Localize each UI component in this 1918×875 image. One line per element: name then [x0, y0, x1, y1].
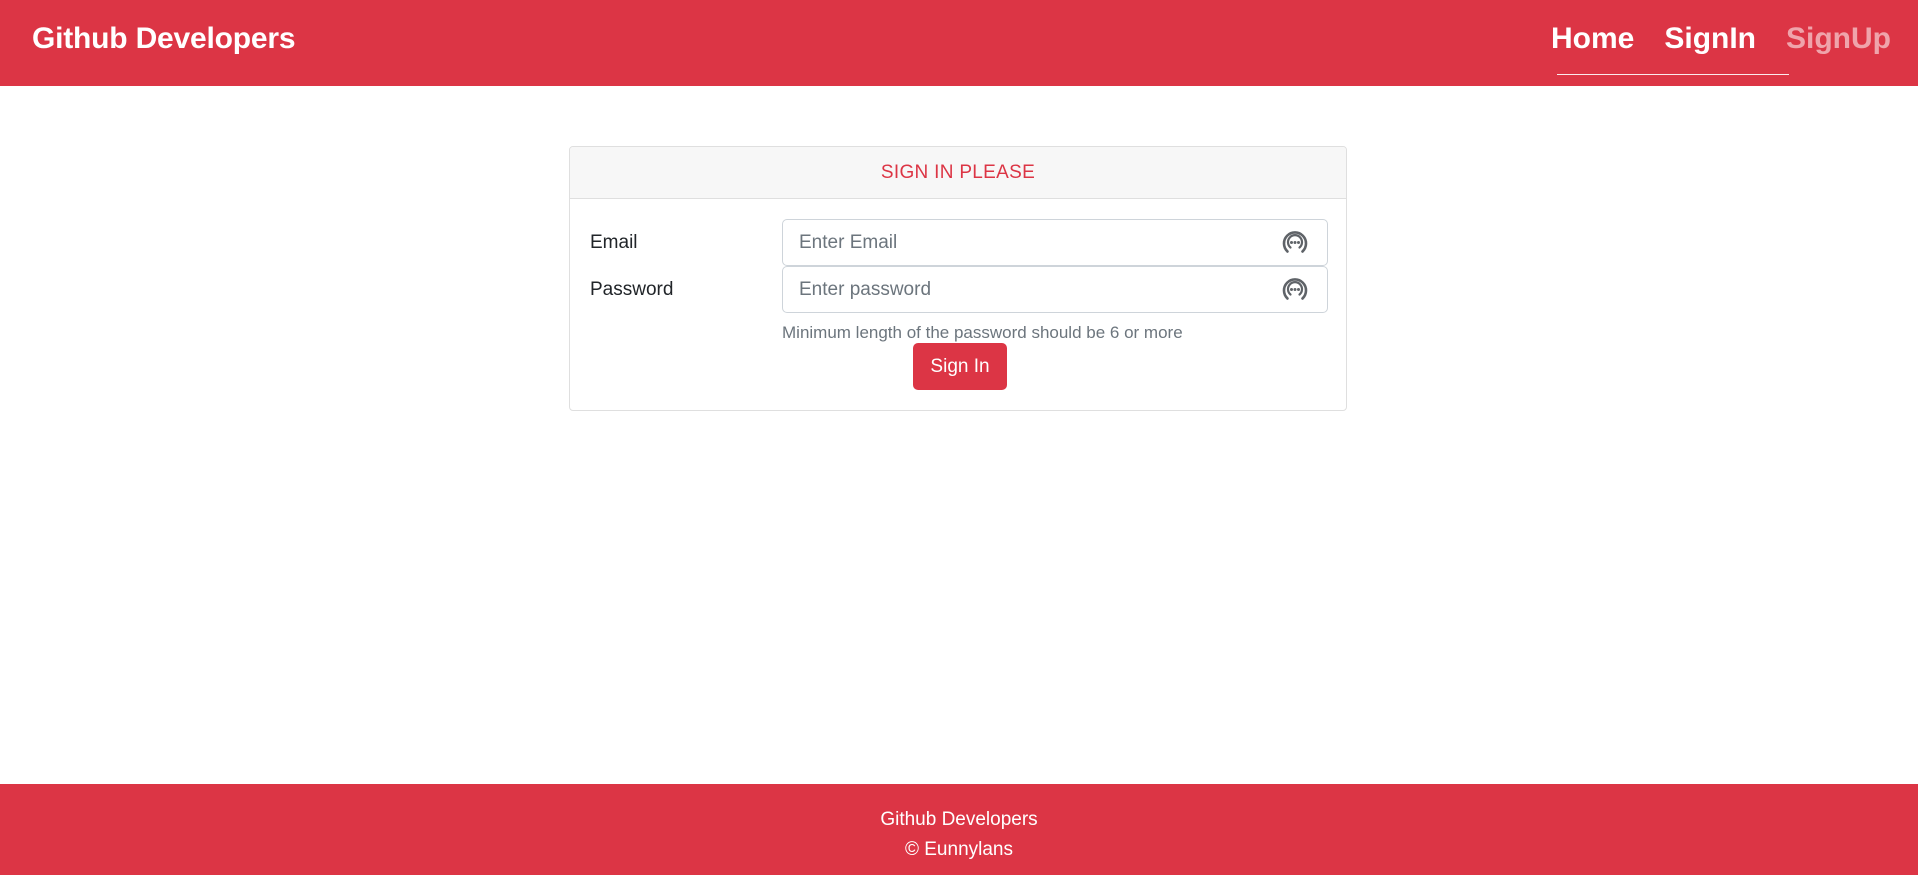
navbar: Github Developers Home SignIn SignUp: [0, 0, 1918, 86]
email-input[interactable]: [783, 220, 1295, 265]
card-header: SIGN IN PLEASE: [570, 147, 1346, 199]
email-input-wrapper: [782, 219, 1328, 266]
password-manager-icon[interactable]: [1279, 227, 1311, 259]
nav-link-signin[interactable]: SignIn: [1649, 19, 1771, 59]
email-row: Email: [590, 219, 1328, 266]
password-input-wrapper: [782, 266, 1328, 313]
navbar-brand[interactable]: Github Developers: [32, 19, 296, 59]
password-row: Password: [590, 266, 1328, 313]
sign-in-button[interactable]: Sign In: [913, 343, 1007, 390]
nav-links: Home SignIn SignUp: [1536, 19, 1906, 59]
signin-card: SIGN IN PLEASE Email Password: [569, 146, 1347, 411]
nav-link-home[interactable]: Home: [1536, 19, 1649, 59]
password-manager-icon[interactable]: [1279, 274, 1311, 306]
nav-link-signup[interactable]: SignUp: [1771, 19, 1906, 59]
footer-copyright: © Eunnylans: [904, 839, 1013, 860]
footer: Github Developers © Eunnylans: [0, 784, 1918, 875]
footer-title: Github Developers: [880, 809, 1038, 830]
active-nav-underline: [1557, 74, 1789, 75]
password-input[interactable]: [783, 267, 1295, 312]
password-help-text: Minimum length of the password should be…: [782, 323, 1183, 342]
email-label: Email: [590, 232, 638, 253]
password-label: Password: [590, 279, 674, 300]
